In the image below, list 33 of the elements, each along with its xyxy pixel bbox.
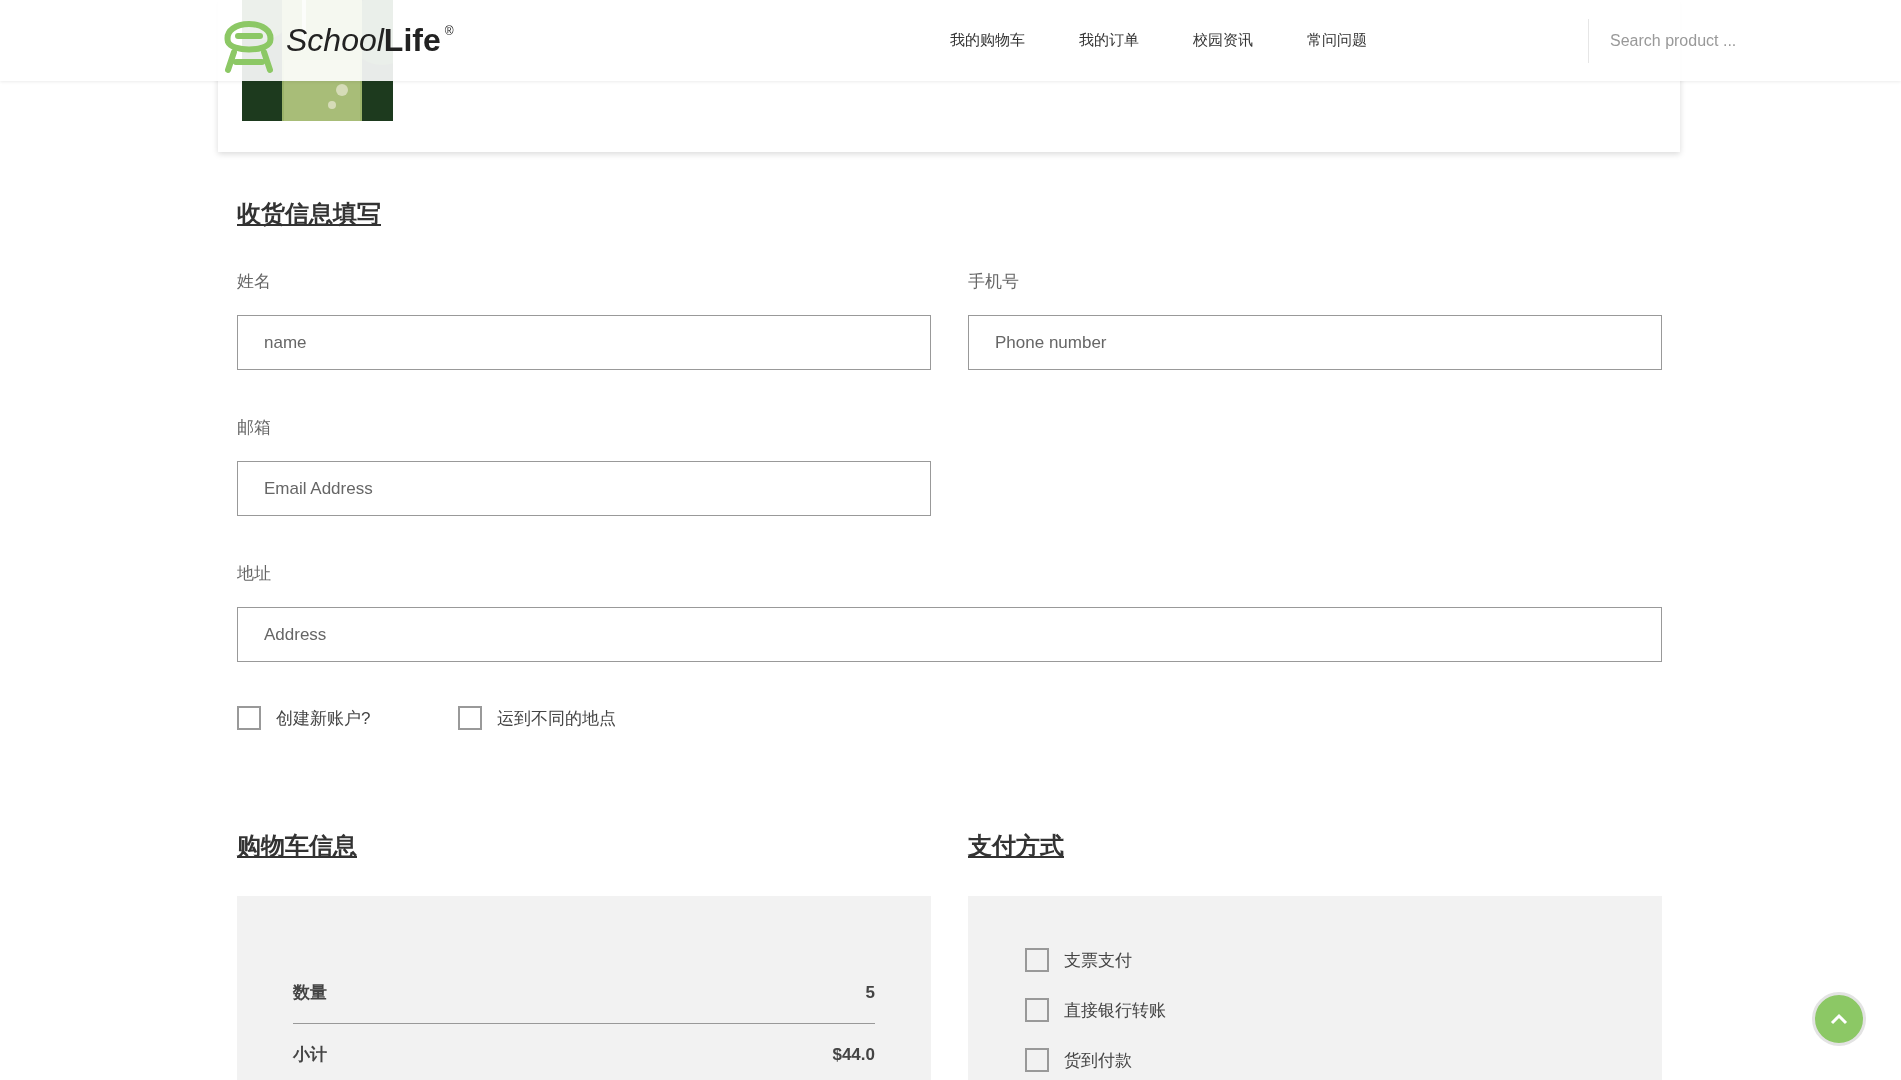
- checkbox[interactable]: [458, 706, 482, 730]
- section-heading: 支付方式: [968, 831, 1064, 861]
- summary-value: 5: [865, 982, 875, 1003]
- nav-link[interactable]: 校园资讯: [1193, 31, 1253, 50]
- summary-label: 数量: [293, 982, 327, 1004]
- checkbox-label: 运到不同的地点: [497, 707, 616, 730]
- field-label: 邮箱: [237, 417, 272, 439]
- checkbox[interactable]: [1025, 1048, 1049, 1072]
- search-field[interactable]: Search product ...: [1610, 31, 1830, 50]
- input-field[interactable]: Phone number: [968, 315, 1662, 370]
- checkbox[interactable]: [237, 706, 261, 730]
- section-heading: 购物车信息: [237, 831, 357, 861]
- checkbox-label: 货到付款: [1064, 1049, 1132, 1072]
- field-label: 姓名: [237, 271, 272, 293]
- summary-label: 小计: [293, 1044, 327, 1066]
- input-field[interactable]: Email Address: [237, 461, 931, 516]
- field-label: 手机号: [968, 271, 1020, 293]
- checkbox[interactable]: [1025, 998, 1049, 1022]
- checkbox-label: 创建新账户?: [276, 707, 371, 730]
- nav-link[interactable]: 常问问题: [1307, 31, 1367, 50]
- checkbox-label: 支票支付: [1064, 949, 1132, 972]
- checkbox-label: 直接银行转账: [1064, 999, 1166, 1022]
- nav-link[interactable]: 我的订单: [1079, 31, 1139, 50]
- input-field[interactable]: name: [237, 315, 931, 370]
- section-heading: 收货信息填写: [237, 199, 381, 229]
- logo-text[interactable]: SchoolLife®: [286, 22, 454, 59]
- checkbox[interactable]: [1025, 948, 1049, 972]
- chevron-up-icon: [1830, 1013, 1848, 1025]
- nav-link[interactable]: 我的购物车: [950, 31, 1025, 50]
- scroll-top-button[interactable]: [1812, 992, 1866, 1046]
- input-field[interactable]: Address: [237, 607, 1662, 662]
- field-label: 地址: [237, 563, 272, 585]
- summary-value: $44.0: [832, 1044, 875, 1065]
